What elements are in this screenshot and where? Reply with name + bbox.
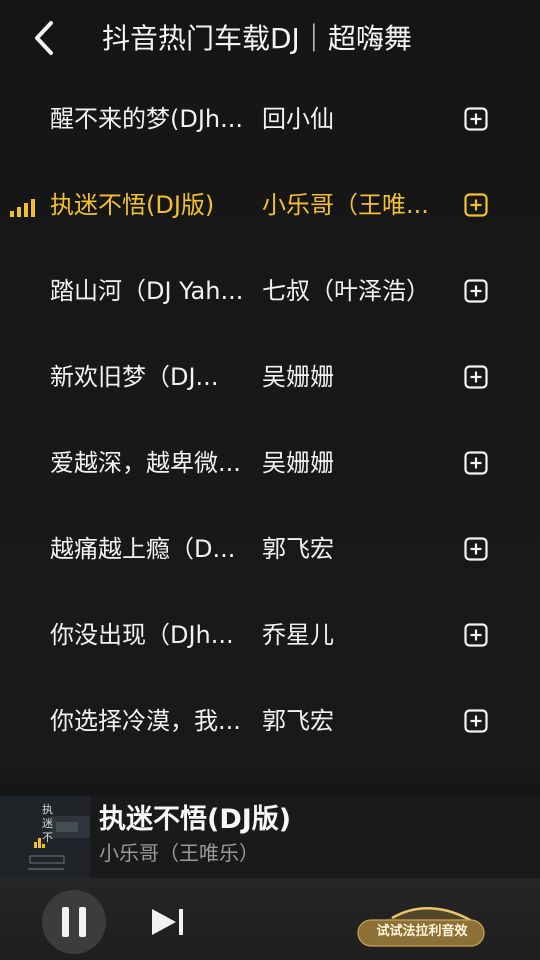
song-artist: 七叔（叶泽浩） <box>262 277 430 305</box>
song-row-playing[interactable]: 执迷不悟(DJ版) 小乐哥（王唯... <box>0 162 540 248</box>
song-row[interactable]: 爱越深，越卑微... 吴姗姗 <box>0 420 540 506</box>
now-playing-title: 执迷不悟(DJ版) <box>99 804 292 835</box>
add-to-list-icon[interactable] <box>464 107 488 131</box>
header-bar: 抖音热门车载DJ｜超嗨舞 <box>0 0 540 78</box>
now-playing-bar[interactable]: 执 迷 不 执迷不悟(DJ版) 小乐哥（王唯乐） <box>0 796 540 878</box>
now-playing-bars-icon <box>10 199 35 217</box>
svg-text:不: 不 <box>42 831 53 844</box>
album-cover[interactable]: 执 迷 不 <box>0 796 90 878</box>
add-to-list-icon[interactable] <box>464 279 488 303</box>
song-title: 新欢旧梦（DJ... <box>50 363 219 391</box>
ferrari-effect-promo-button[interactable]: 试试法拉利音效 <box>352 898 492 950</box>
promo-label: 试试法拉利音效 <box>376 924 468 939</box>
add-to-list-icon[interactable] <box>464 709 488 733</box>
song-list[interactable]: 醒不来的梦(DJh... 回小仙 执迷不悟(DJ版) 小乐哥（王唯... 踏山河… <box>0 76 540 796</box>
song-title: 你选择冷漠，我... <box>50 707 241 735</box>
add-to-list-icon[interactable] <box>464 537 488 561</box>
svg-text:执: 执 <box>42 802 53 816</box>
page-title: 抖音热门车载DJ｜超嗨舞 <box>102 22 412 55</box>
pause-icon <box>62 907 69 937</box>
song-title: 爱越深，越卑微... <box>50 449 241 477</box>
song-artist: 回小仙 <box>262 105 334 133</box>
add-to-list-icon[interactable] <box>464 193 488 217</box>
now-playing-artist: 小乐哥（王唯乐） <box>99 841 259 865</box>
add-to-list-icon[interactable] <box>464 451 488 475</box>
song-row[interactable]: 新欢旧梦（DJ... 吴姗姗 <box>0 334 540 420</box>
song-title: 醒不来的梦(DJh... <box>50 105 244 133</box>
song-row[interactable]: 越痛越上瘾（D... 郭飞宏 <box>0 506 540 592</box>
pause-button[interactable] <box>42 890 106 954</box>
pause-icon-bar <box>79 907 86 937</box>
song-artist: 乔星儿 <box>262 621 334 649</box>
song-title: 你没出现（DJh... <box>50 621 234 649</box>
song-artist: 郭飞宏 <box>262 535 334 563</box>
add-to-list-icon[interactable] <box>464 623 488 647</box>
chevron-left-icon <box>35 21 53 55</box>
song-artist: 吴姗姗 <box>262 363 334 391</box>
song-artist: 吴姗姗 <box>262 449 334 477</box>
album-cover-art: 执 迷 不 <box>0 796 90 878</box>
playlist-screen: 抖音热门车载DJ｜超嗨舞 醒不来的梦(DJh... 回小仙 执迷不悟(DJ版) … <box>0 0 540 960</box>
playback-controls: 试试法拉利音效 <box>0 878 540 960</box>
song-row[interactable]: 你选择冷漠，我... 郭飞宏 <box>0 678 540 764</box>
song-row[interactable]: 踏山河（DJ Yah... 七叔（叶泽浩） <box>0 248 540 334</box>
back-button[interactable] <box>24 18 64 58</box>
song-row[interactable]: 醒不来的梦(DJh... 回小仙 <box>0 76 540 162</box>
add-to-list-icon[interactable] <box>464 365 488 389</box>
svg-text:迷: 迷 <box>42 817 53 830</box>
song-row[interactable]: 你没出现（DJh... 乔星儿 <box>0 592 540 678</box>
skip-next-icon[interactable] <box>146 904 190 940</box>
song-artist: 小乐哥（王唯... <box>262 191 429 219</box>
song-title: 越痛越上瘾（D... <box>50 535 236 563</box>
song-title: 踏山河（DJ Yah... <box>50 277 244 305</box>
song-title: 执迷不悟(DJ版) <box>50 191 215 219</box>
song-artist: 郭飞宏 <box>262 707 334 735</box>
